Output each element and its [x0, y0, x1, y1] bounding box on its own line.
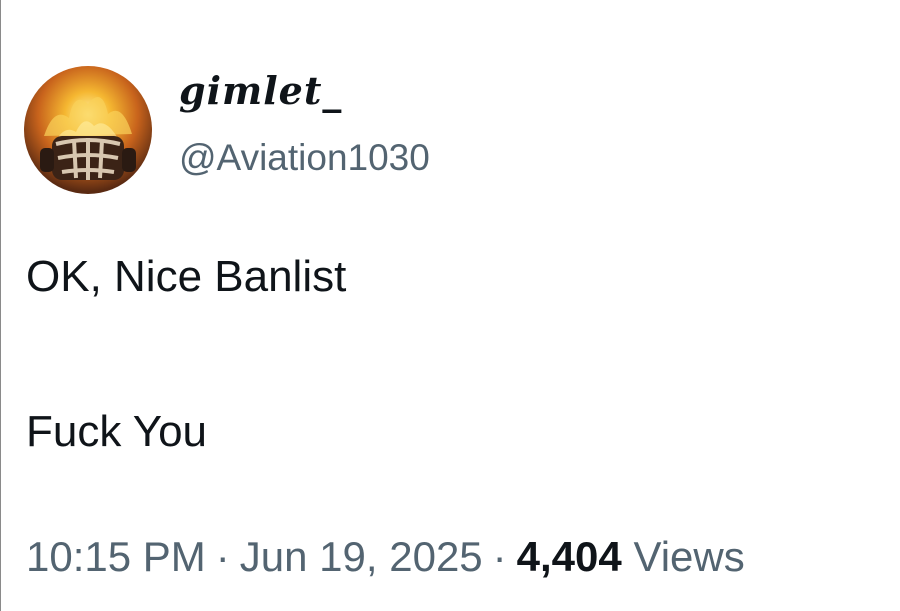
meta-separator-2: · — [492, 533, 507, 580]
views-count[interactable]: 4,404 — [517, 533, 622, 580]
views-label: Views — [633, 533, 745, 580]
avatar[interactable] — [24, 66, 152, 194]
flaming-helmet-icon — [24, 66, 152, 194]
tweet-date[interactable]: Jun 19, 2025 — [240, 533, 483, 580]
tweet-time[interactable]: 10:15 PM — [26, 533, 206, 580]
tweet-text-line-2: Fuck You — [26, 407, 208, 456]
tweet-meta: 10:15 PM · Jun 19, 2025 · 4,404 Views — [26, 536, 745, 578]
tweet-text-line-1: OK, Nice Banlist — [26, 252, 347, 301]
tweet-card: gimlet_ @Aviation1030 OK, Nice Banlist F… — [0, 0, 900, 611]
meta-separator-1: · — [215, 533, 230, 580]
display-name[interactable]: gimlet_ — [179, 72, 342, 110]
user-handle[interactable]: @Aviation1030 — [179, 139, 430, 176]
